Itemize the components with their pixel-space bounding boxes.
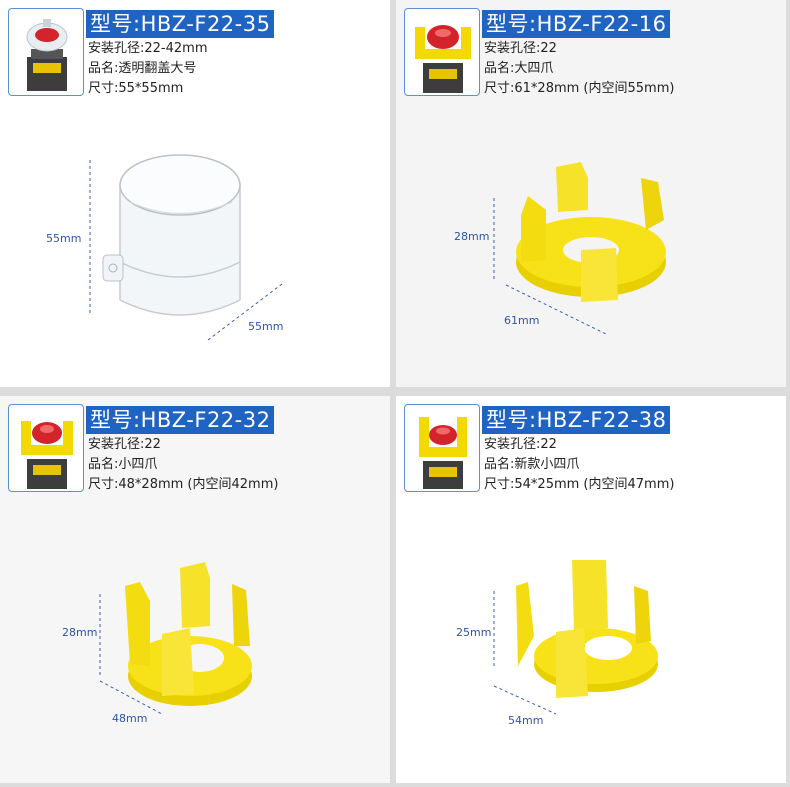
height-dimension-label: 28mm — [62, 626, 98, 639]
transparent-cover-image — [89, 154, 283, 341]
height-dimension-label: 28mm — [454, 230, 490, 243]
height-dimension-label: 25mm — [456, 626, 492, 639]
small-four-claw-guard-image — [99, 562, 252, 715]
new-small-four-claw-guard-image — [493, 560, 658, 715]
product-panel-hbz-f22-16: 型号:HBZ-F22-16 安装孔径:22 品名:大四爪 尺寸:61*28mm … — [396, 0, 786, 387]
large-four-claw-guard-image — [493, 162, 666, 336]
width-dimension-line — [493, 685, 557, 715]
width-dimension-label: 55mm — [248, 320, 284, 333]
width-dimension-label: 54mm — [508, 714, 544, 727]
height-dimension-label: 55mm — [46, 232, 82, 245]
product-panel-hbz-f22-38: 型号:HBZ-F22-38 安装孔径:22 品名:新款小四爪 尺寸:54*25m… — [396, 396, 786, 783]
width-dimension-label: 48mm — [112, 712, 148, 725]
product-panel-hbz-f22-35: 型号:HBZ-F22-35 安装孔径:22-42mm 品名:透明翻盖大号 尺寸:… — [0, 0, 390, 387]
width-dimension-label: 61mm — [504, 314, 540, 327]
product-panel-hbz-f22-32: 型号:HBZ-F22-32 安装孔径:22 品名:小四爪 尺寸:48*28mm … — [0, 396, 390, 783]
